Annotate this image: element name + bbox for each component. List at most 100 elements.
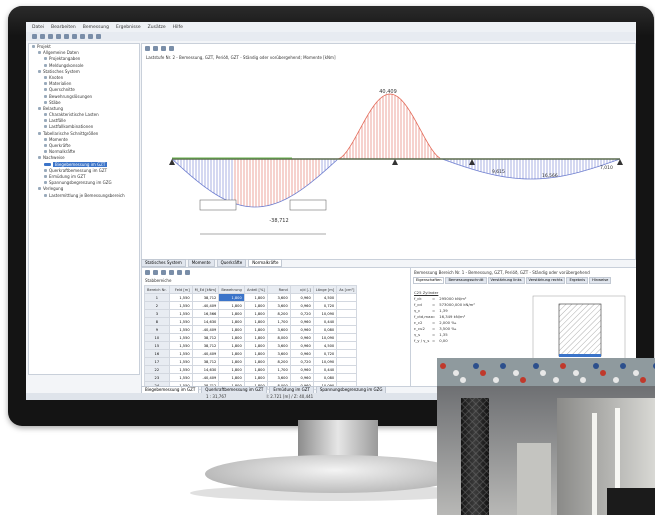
table-row[interactable]: 17 1,550 38,712 1,800 1,800 8,200 0,720 10,090 (144, 357, 358, 366)
table-cell[interactable] (336, 317, 358, 326)
table-cell[interactable]: 38,712 (191, 333, 220, 342)
table-cell[interactable]: 1,800 (243, 341, 268, 350)
table-cell[interactable]: 3,600 (266, 349, 291, 358)
table-cell[interactable]: 1,550 (168, 317, 193, 326)
diagram-tab[interactable]: Normalkräfte (248, 259, 283, 267)
table-cell[interactable]: 0,440 (312, 365, 338, 374)
table-cell[interactable]: 16,566 (191, 309, 220, 318)
detail-tab[interactable]: Verstärkung rechts (525, 277, 566, 284)
table-cell[interactable]: 3 (144, 309, 170, 318)
detail-tab[interactable]: Ergebnis (566, 277, 589, 284)
save-icon[interactable] (48, 34, 53, 39)
table-row[interactable]: 2 1,550 -40,409 1,800 1,800 3,600 0,960 0,720 (144, 301, 358, 310)
table-cell[interactable]: 9 (144, 325, 170, 334)
table-cell[interactable] (336, 349, 358, 358)
table-cell[interactable]: 1,800 (243, 301, 268, 310)
table-cell[interactable]: 1,800 (243, 373, 268, 382)
detail-tab[interactable]: Eigenschaften (413, 277, 445, 284)
open-icon[interactable] (40, 34, 45, 39)
table-cell[interactable]: 0,960 (289, 365, 314, 374)
table-cell[interactable] (336, 301, 358, 310)
table-cell[interactable]: 1,550 (168, 333, 193, 342)
table-cell[interactable]: 0,960 (289, 293, 314, 302)
results-icon[interactable] (88, 34, 93, 39)
table-cell[interactable]: 1,550 (168, 301, 193, 310)
table-cell[interactable]: 1,550 (168, 373, 193, 382)
table-cell[interactable]: 1,800 (243, 349, 268, 358)
column-header[interactable]: As [cm²] (336, 285, 358, 294)
table-cell[interactable]: 4,500 (312, 293, 338, 302)
table-row[interactable]: 10 1,550 38,712 1,800 1,800 8,000 0,960 10,090 (144, 333, 358, 342)
column-header[interactable]: Bereich Nr. (144, 285, 170, 294)
table-cell[interactable]: 3,600 (266, 301, 291, 310)
table-cell[interactable]: 0,960 (289, 341, 314, 350)
table-cell[interactable]: 0,960 (289, 373, 314, 382)
table-row[interactable]: 3 1,550 16,566 1,800 1,800 8,200 0,720 10,090 (144, 309, 358, 318)
table-cell[interactable]: 0,720 (312, 301, 338, 310)
column-header[interactable]: M_Ed [kNm] (191, 285, 220, 294)
table-cell[interactable]: 0,720 (289, 357, 314, 366)
table-cell[interactable]: 10,090 (312, 333, 338, 342)
table-row[interactable]: 22 1,550 14,630 1,800 1,800 1,700 0,960 0,440 (144, 365, 358, 374)
table-cell[interactable] (336, 357, 358, 366)
table-cell[interactable] (336, 293, 358, 302)
table-cell[interactable]: 1,800 (218, 373, 245, 382)
table-cell[interactable]: 14,630 (191, 365, 220, 374)
export-icon[interactable] (153, 270, 158, 275)
table-cell[interactable]: 38,712 (191, 293, 220, 302)
table-cell[interactable]: -40,409 (191, 373, 220, 382)
table-cell[interactable]: 0,080 (312, 325, 338, 334)
detail-tab[interactable]: Verstärkung links (487, 277, 525, 284)
table-print-icon[interactable] (169, 270, 174, 275)
table-row[interactable]: 15 1,550 38,712 1,800 1,800 3,600 0,960 4,500 (144, 341, 358, 350)
table-cell[interactable]: 1,800 (218, 317, 245, 326)
column-header[interactable]: Rand (266, 285, 291, 294)
table-cell[interactable]: 1,800 (243, 333, 268, 342)
table-cell[interactable]: 0,720 (289, 309, 314, 318)
table-row[interactable]: 8 1,550 14,630 1,800 1,800 1,700 0,960 0,440 (144, 317, 358, 326)
filter-icon[interactable] (145, 270, 150, 275)
table-cell[interactable]: 1,550 (168, 365, 193, 374)
table-cell[interactable]: -40,409 (191, 349, 220, 358)
table-cell[interactable]: 38,712 (191, 341, 220, 350)
table-cell[interactable]: 1,550 (168, 293, 193, 302)
table-cell[interactable]: 23 (144, 373, 170, 382)
table-row[interactable]: 1 1,550 38,712 1,800 1,800 3,600 0,960 4,500 (144, 293, 358, 302)
table-cell[interactable]: 8 (144, 317, 170, 326)
table-cell[interactable]: 1,700 (266, 317, 291, 326)
table-cell[interactable]: 3,600 (266, 325, 291, 334)
table-cell[interactable]: 22 (144, 365, 170, 374)
redo-icon[interactable] (72, 34, 77, 39)
menu-extras[interactable]: Zusätze (148, 25, 166, 30)
table-cell[interactable]: 0,960 (289, 333, 314, 342)
table-cell[interactable] (336, 341, 358, 350)
table-cell[interactable]: 1,550 (168, 309, 193, 318)
new-icon[interactable] (32, 34, 37, 39)
table-cell[interactable] (336, 365, 358, 374)
table-cell[interactable]: 15 (144, 341, 170, 350)
table-cell[interactable]: 8,000 (266, 333, 291, 342)
table-cell[interactable]: 1,550 (168, 341, 193, 350)
table-cell[interactable]: -40,409 (191, 301, 220, 310)
menu-design[interactable]: Bemessung (83, 25, 109, 30)
column-header[interactable]: Bewehrung (218, 285, 245, 294)
table-cell[interactable]: 1,800 (243, 365, 268, 374)
table-cell[interactable]: 1,800 (218, 349, 245, 358)
column-header[interactable]: Anteil [%] (243, 285, 268, 294)
select-icon[interactable] (161, 270, 166, 275)
table-cell[interactable]: 1,550 (168, 357, 193, 366)
table-cell[interactable]: 1,800 (243, 325, 268, 334)
table-cell[interactable]: 0,720 (312, 349, 338, 358)
diagram-tab[interactable]: Momente (187, 259, 215, 267)
menu-file[interactable]: Datei (32, 25, 44, 30)
navigator-item[interactable]: Lastermittlung je Bemessungsbereich (29, 193, 139, 199)
detail-tab[interactable]: Hinweise (589, 277, 612, 284)
table-cell[interactable]: 0,960 (289, 349, 314, 358)
table-cell[interactable]: 8,200 (266, 309, 291, 318)
menu-edit[interactable]: Bearbeiten (51, 25, 76, 30)
table-cell[interactable]: 10 (144, 333, 170, 342)
table-cell[interactable]: 0,960 (289, 325, 314, 334)
column-header[interactable]: x/d [-] (289, 285, 314, 294)
table-cell[interactable]: 0,440 (312, 317, 338, 326)
table-cell[interactable]: 17 (144, 357, 170, 366)
